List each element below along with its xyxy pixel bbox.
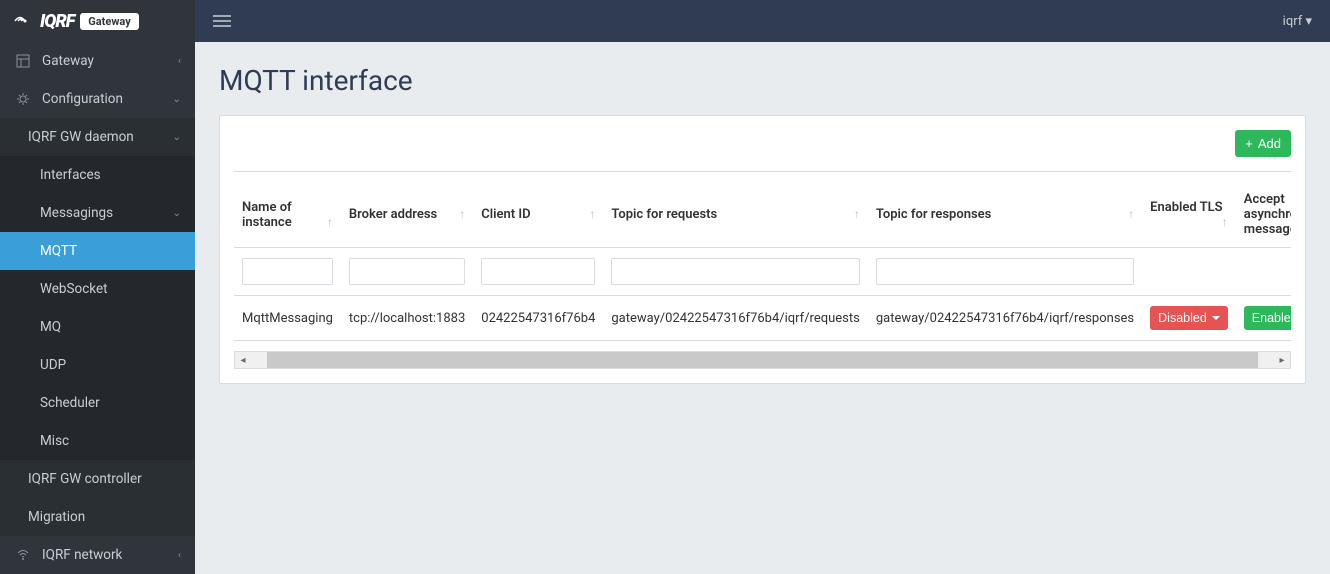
- cell-resp: gateway/02422547316f76b4/iqrf/responses: [868, 296, 1142, 341]
- gear-icon: [14, 92, 32, 106]
- sort-icon: ↑: [459, 207, 465, 221]
- chevron-down-icon: ⌄: [173, 208, 181, 219]
- sidebar-item-scheduler[interactable]: Scheduler: [0, 384, 195, 422]
- sidebar-item-misc[interactable]: Misc: [0, 422, 195, 460]
- col-tls[interactable]: Enabled TLS↑: [1142, 182, 1236, 248]
- sidebar-item-label: IQRF GW controller: [28, 471, 142, 487]
- hamburger-icon[interactable]: [213, 14, 231, 28]
- col-name[interactable]: Name of instance↑: [234, 182, 341, 248]
- sort-icon: ↑: [589, 207, 595, 221]
- sort-icon: ↑: [1128, 207, 1134, 221]
- sidebar-item-label: IQRF GW daemon: [28, 129, 134, 145]
- sidebar-nav: Gateway ‹ Configuration ⌄ IQRF GW daemon…: [0, 42, 195, 574]
- sidebar-item-daemon[interactable]: IQRF GW daemon ⌄: [0, 118, 195, 156]
- sidebar-item-label: Scheduler: [40, 395, 100, 411]
- cell-broker: tcp://localhost:1883: [341, 296, 473, 341]
- filter-broker[interactable]: [349, 258, 465, 285]
- sidebar-item-websocket[interactable]: WebSocket: [0, 270, 195, 308]
- sidebar-item-label: IQRF network: [42, 547, 122, 563]
- table-row: MqttMessaging tcp://localhost:1883 02422…: [234, 296, 1291, 341]
- async-toggle[interactable]: Enabled: [1244, 306, 1291, 330]
- filter-resp[interactable]: [876, 258, 1134, 285]
- tls-toggle[interactable]: Disabled: [1150, 306, 1228, 330]
- user-menu[interactable]: iqrf ▾: [1283, 14, 1312, 29]
- sidebar-item-mqtt[interactable]: MQTT: [0, 232, 195, 270]
- col-client[interactable]: Client ID↑: [473, 182, 603, 248]
- col-broker[interactable]: Broker address↑: [341, 182, 473, 248]
- sidebar: IQRF Gateway Gateway ‹ Configuration ⌄ I…: [0, 0, 195, 574]
- sidebar-item-gateway[interactable]: Gateway ‹: [0, 42, 195, 80]
- sidebar-item-udp[interactable]: UDP: [0, 346, 195, 384]
- sidebar-item-label: WebSocket: [40, 281, 108, 297]
- chevron-left-icon: ‹: [178, 56, 181, 67]
- horizontal-scrollbar[interactable]: ◂ ▸: [234, 351, 1291, 369]
- cell-client: 02422547316f76b4: [473, 296, 603, 341]
- sidebar-item-label: Gateway: [42, 53, 94, 69]
- add-button[interactable]: + Add: [1235, 130, 1291, 157]
- cell-req: gateway/02422547316f76b4/iqrf/requests: [603, 296, 867, 341]
- sidebar-item-configuration[interactable]: Configuration ⌄: [0, 80, 195, 118]
- layout-icon: [14, 54, 32, 68]
- chevron-down-icon: ⌄: [173, 132, 181, 143]
- brand-name: IQRF: [40, 11, 74, 32]
- filter-name[interactable]: [242, 258, 333, 285]
- sort-icon: ↑: [1222, 215, 1228, 229]
- sort-icon: ↑: [854, 207, 860, 221]
- scroll-right-icon[interactable]: ▸: [1274, 355, 1290, 366]
- chevron-down-icon: ▾: [1305, 14, 1312, 29]
- page-title: MQTT interface: [219, 64, 1306, 97]
- brand-badge: Gateway: [80, 13, 138, 30]
- sidebar-item-label: Configuration: [42, 91, 123, 107]
- chevron-down-icon: ⌄: [173, 94, 181, 105]
- filter-client[interactable]: [481, 258, 595, 285]
- filter-req[interactable]: [611, 258, 859, 285]
- sort-icon: ↑: [327, 215, 333, 229]
- col-req[interactable]: Topic for requests↑: [603, 182, 867, 248]
- sidebar-item-label: Messagings: [40, 205, 113, 221]
- sidebar-item-migration[interactable]: Migration: [0, 498, 195, 536]
- brand-logo[interactable]: IQRF Gateway: [0, 0, 195, 42]
- col-resp[interactable]: Topic for responses↑: [868, 182, 1142, 248]
- scroll-left-icon[interactable]: ◂: [235, 355, 251, 366]
- plus-icon: +: [1245, 136, 1253, 151]
- sidebar-item-interfaces[interactable]: Interfaces: [0, 156, 195, 194]
- scrollbar-track[interactable]: [267, 352, 1258, 368]
- sidebar-item-messagings[interactable]: Messagings ⌄: [0, 194, 195, 232]
- user-label: iqrf: [1283, 14, 1303, 29]
- sidebar-item-label: Migration: [28, 509, 85, 525]
- main-card: + Add Name of instance↑ Broker address↑ …: [219, 115, 1306, 384]
- caret-down-icon: [1212, 316, 1220, 320]
- col-async[interactable]: Accept asynchronous messages↑: [1236, 182, 1291, 248]
- sidebar-item-label: MQ: [40, 319, 61, 335]
- cell-name: MqttMessaging: [234, 296, 341, 341]
- wifi-icon: [14, 548, 32, 562]
- wifi-logo-icon: [14, 13, 36, 29]
- sidebar-item-label: UDP: [40, 357, 66, 373]
- sidebar-item-mq[interactable]: MQ: [0, 308, 195, 346]
- sidebar-item-iqrf-network[interactable]: IQRF network ‹: [0, 536, 195, 574]
- mqtt-table: Name of instance↑ Broker address↑ Client…: [234, 182, 1291, 341]
- topbar: iqrf ▾: [195, 0, 1330, 42]
- sidebar-item-label: Interfaces: [40, 167, 101, 183]
- sidebar-item-label: MQTT: [40, 243, 77, 259]
- sidebar-item-controller[interactable]: IQRF GW controller: [0, 460, 195, 498]
- add-button-label: Add: [1258, 136, 1281, 151]
- sidebar-item-label: Misc: [40, 433, 69, 449]
- chevron-left-icon: ‹: [178, 550, 181, 561]
